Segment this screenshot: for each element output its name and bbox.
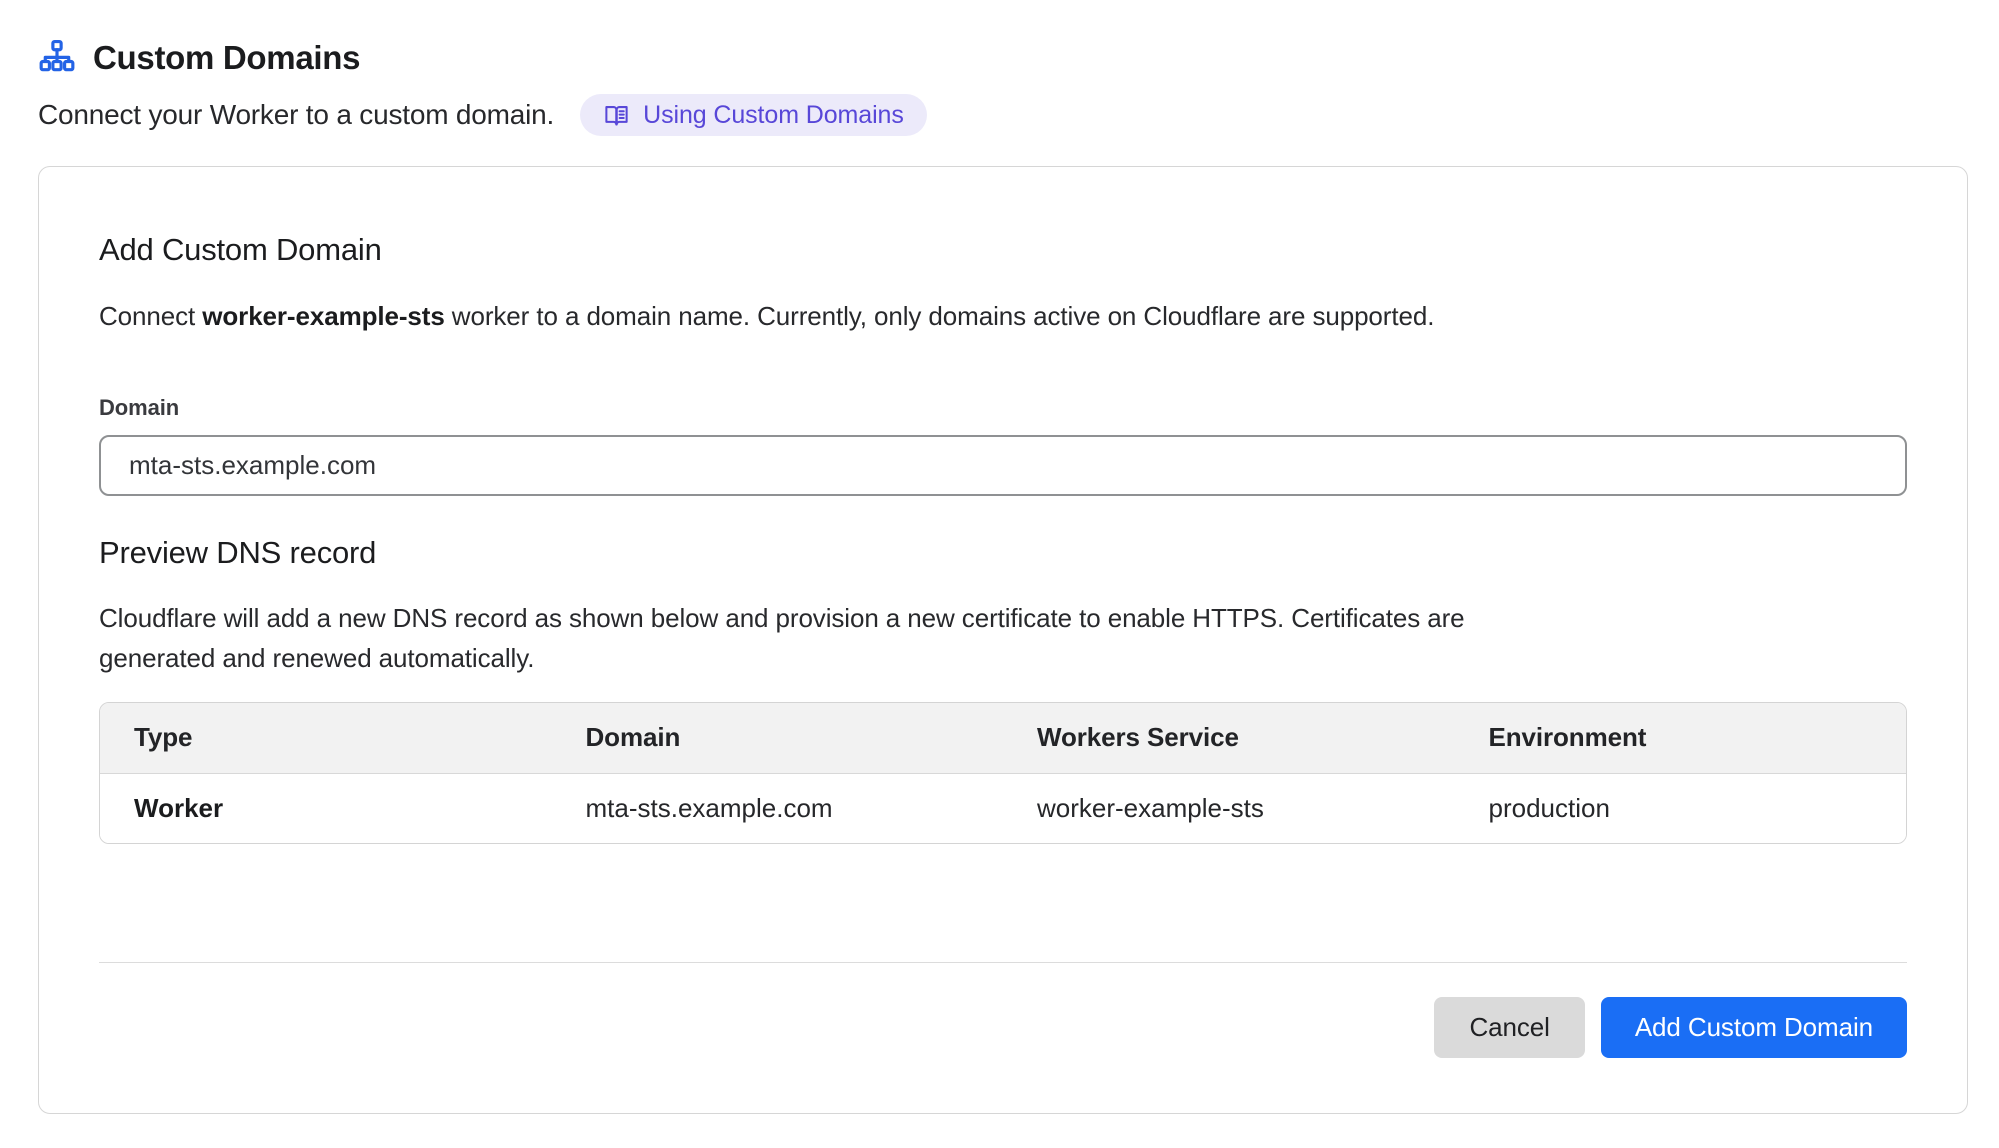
add-custom-domain-card: Add Custom Domain Connect worker-example…: [38, 166, 1968, 1114]
worker-name: worker-example-sts: [202, 301, 444, 331]
sitemap-icon: [38, 39, 76, 77]
cell-workers-service: worker-example-sts: [1003, 773, 1455, 843]
cell-domain: mta-sts.example.com: [552, 773, 1004, 843]
table-header-row: Type Domain Workers Service Environment: [100, 703, 1906, 773]
table-row: Worker mta-sts.example.com worker-exampl…: [100, 773, 1906, 843]
page-header: Custom Domains: [38, 36, 1961, 80]
cancel-button[interactable]: Cancel: [1434, 997, 1584, 1058]
column-header-workers-service: Workers Service: [1003, 703, 1455, 773]
page-subtitle-row: Connect your Worker to a custom domain. …: [38, 94, 1961, 136]
cell-environment: production: [1455, 773, 1907, 843]
dialog-heading: Add Custom Domain: [99, 231, 1907, 269]
dialog-description: Connect worker-example-sts worker to a d…: [99, 300, 1907, 332]
description-prefix: Connect: [99, 301, 202, 331]
footer-actions: Cancel Add Custom Domain: [99, 997, 1907, 1058]
book-icon: [603, 102, 630, 129]
domain-input[interactable]: [99, 435, 1907, 496]
preview-description-line2: generated and renewed automatically.: [99, 638, 1907, 678]
page-title: Custom Domains: [93, 36, 360, 80]
add-custom-domain-button[interactable]: Add Custom Domain: [1601, 997, 1907, 1058]
domain-label: Domain: [99, 396, 1907, 419]
preview-dns-heading: Preview DNS record: [99, 534, 1907, 572]
cell-type: Worker: [100, 773, 552, 843]
preview-description-line1: Cloudflare will add a new DNS record as …: [99, 598, 1907, 638]
column-header-environment: Environment: [1455, 703, 1907, 773]
description-suffix: worker to a domain name. Currently, only…: [445, 301, 1435, 331]
column-header-type: Type: [100, 703, 552, 773]
custom-domains-page: Custom Domains Connect your Worker to a …: [0, 0, 1999, 1114]
page-subtitle: Connect your Worker to a custom domain.: [38, 99, 554, 131]
dns-preview-table: Type Domain Workers Service Environment …: [99, 702, 1907, 844]
using-custom-domains-link[interactable]: Using Custom Domains: [580, 94, 927, 136]
footer-divider: [99, 962, 1907, 963]
preview-dns-description: Cloudflare will add a new DNS record as …: [99, 598, 1907, 678]
docs-link-label: Using Custom Domains: [643, 101, 904, 130]
column-header-domain: Domain: [552, 703, 1004, 773]
